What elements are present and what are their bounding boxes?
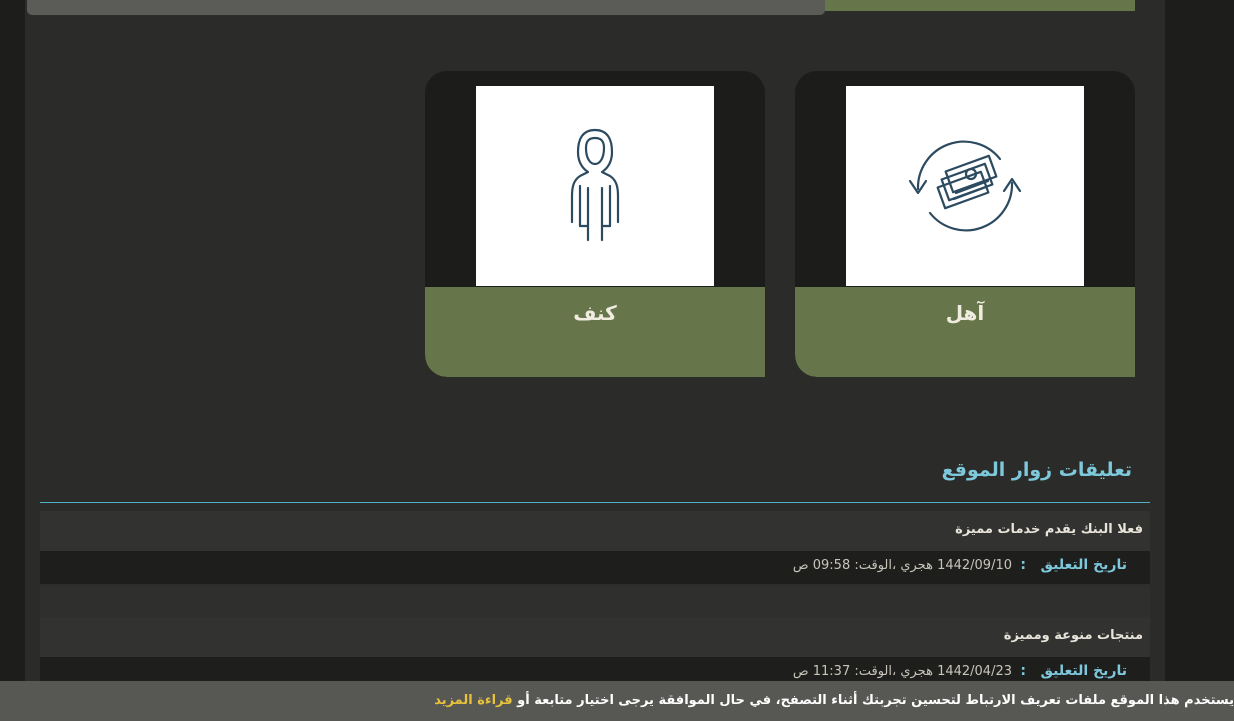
top-info-bar (27, 0, 825, 15)
comment-date-value: 1442/04/23 هجري ،الوقت: 11:37 ص (792, 664, 1012, 679)
section-divider (40, 502, 1150, 503)
comment-date-label: تاريخ التعليق (1040, 663, 1127, 679)
comment-date-separator: : (1020, 557, 1026, 573)
comment-text: فعلا البنك يقدم خدمات مميزة (955, 522, 1143, 537)
cookie-consent-message: يستخدم هذا الموقع ملفات تعريف الارتباط ل… (434, 693, 1234, 708)
comment-spacer (40, 586, 1150, 617)
cookie-consent-text: يستخدم هذا الموقع ملفات تعريف الارتباط ل… (517, 693, 1234, 708)
card-title[interactable]: آهل (795, 301, 1135, 325)
card-image (846, 86, 1084, 286)
comment-date-separator: : (1020, 663, 1026, 679)
visitor-comments-title: تعليقات زوار الموقع (941, 459, 1132, 481)
top-accent-bar (825, 0, 1135, 11)
money-exchange-icon (908, 140, 1022, 232)
card-image (476, 86, 714, 286)
comment-text: منتجات منوعة ومميزة (1003, 628, 1143, 643)
cookie-read-more-link[interactable]: قراءة المزيد (434, 693, 512, 708)
hijab-woman-icon (570, 128, 620, 242)
card-label-bar: كنف (425, 287, 765, 377)
comment-text-row: منتجات منوعة ومميزة (40, 617, 1150, 657)
cookie-consent-bar: يستخدم هذا الموقع ملفات تعريف الارتباط ل… (0, 681, 1234, 721)
comment-meta-row: تاريخ التعليق : 1442/09/10 هجري ،الوقت: … (40, 551, 1150, 585)
card-label-bar: آهل (795, 287, 1135, 377)
card-title[interactable]: كنف (425, 301, 765, 325)
comment-date-value: 1442/09/10 هجري ،الوقت: 09:58 ص (792, 558, 1012, 573)
product-card-ahl[interactable]: آهل (795, 71, 1135, 377)
product-card-kanaf[interactable]: كنف (425, 71, 765, 377)
comment-date-label: تاريخ التعليق (1040, 557, 1127, 573)
comment-text-row: فعلا البنك يقدم خدمات مميزة (40, 511, 1150, 551)
